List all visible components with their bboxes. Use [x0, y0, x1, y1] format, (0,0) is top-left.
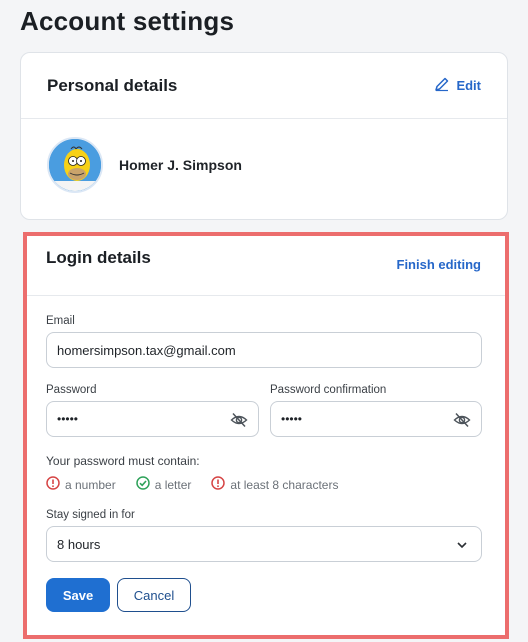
- finish-editing-button[interactable]: Finish editing: [397, 257, 482, 272]
- requirements-title: Your password must contain:: [46, 454, 200, 468]
- confirm-label: Password confirmation: [270, 384, 387, 396]
- confirm-value: •••••: [281, 412, 303, 426]
- login-details-header: Login details Finish editing: [27, 236, 505, 296]
- eye-off-icon[interactable]: [453, 411, 471, 432]
- edit-label: Edit: [456, 78, 481, 93]
- email-value: homersimpson.tax@gmail.com: [57, 342, 236, 358]
- error-icon: [46, 476, 60, 493]
- user-row: Homer J. Simpson: [21, 119, 507, 211]
- chevron-down-icon: [455, 538, 469, 555]
- stay-signed-in-value: 8 hours: [57, 536, 101, 552]
- requirement-item: at least 8 characters: [211, 476, 338, 493]
- personal-details-header: Personal details Edit: [21, 53, 507, 119]
- login-details-title: Login details: [46, 248, 151, 267]
- avatar: [47, 137, 103, 193]
- email-field[interactable]: homersimpson.tax@gmail.com: [46, 332, 482, 368]
- password-field[interactable]: •••••: [46, 401, 259, 437]
- eye-off-icon[interactable]: [230, 411, 248, 432]
- user-name: Homer J. Simpson: [119, 157, 242, 173]
- requirement-label: a number: [65, 477, 116, 492]
- password-value: •••••: [57, 412, 79, 426]
- requirement-label: a letter: [154, 477, 192, 492]
- stay-signed-in-select[interactable]: 8 hours: [46, 526, 482, 562]
- requirements-list: a number a letter at least 8 characters: [46, 476, 338, 493]
- personal-details-card: Personal details Edit Homer J. Simpson: [20, 52, 508, 220]
- personal-details-title: Personal details: [47, 75, 178, 95]
- stay-signed-in-label: Stay signed in for: [46, 509, 135, 521]
- requirement-label: at least 8 characters: [230, 477, 339, 492]
- login-details-card: Login details Finish editing Email homer…: [27, 236, 505, 635]
- save-button[interactable]: Save: [46, 578, 110, 612]
- requirement-item: a number: [46, 476, 116, 493]
- edit-button[interactable]: Edit: [434, 76, 481, 95]
- requirement-item: a letter: [135, 476, 192, 493]
- page-title: Account settings: [20, 6, 235, 36]
- cancel-button[interactable]: Cancel: [117, 578, 191, 612]
- email-label: Email: [46, 315, 75, 327]
- error-icon: [211, 476, 226, 493]
- password-confirmation-field[interactable]: •••••: [270, 401, 482, 437]
- check-icon: [135, 476, 150, 493]
- pencil-icon: [434, 76, 450, 95]
- password-label: Password: [46, 384, 97, 396]
